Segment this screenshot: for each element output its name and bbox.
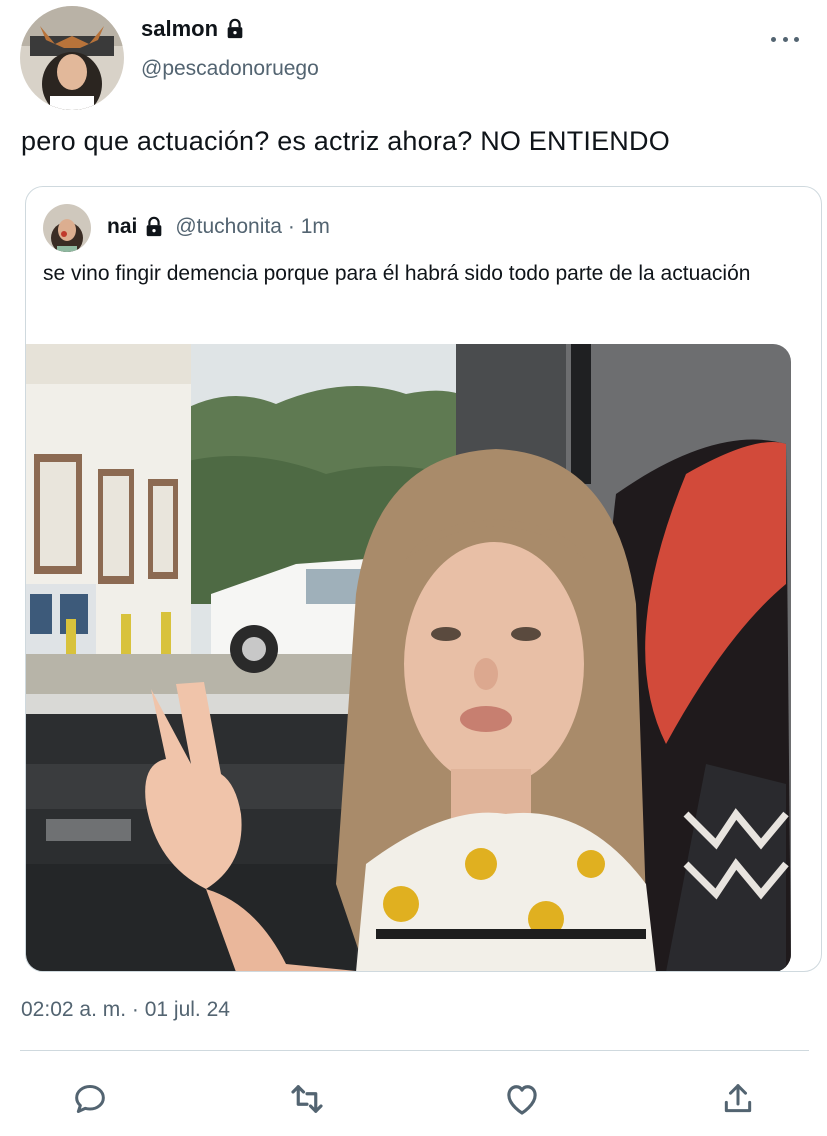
display-name-text: salmon [141, 16, 219, 41]
lock-icon [227, 18, 243, 39]
user-handle[interactable]: @pescadonoruego [141, 57, 319, 81]
quoted-handle[interactable]: @tuchonita [175, 215, 282, 239]
reply-button[interactable] [65, 1074, 115, 1124]
avatar[interactable] [20, 6, 124, 110]
quoted-photo[interactable] [26, 344, 791, 971]
like-button[interactable] [497, 1074, 547, 1124]
quoted-avatar[interactable] [43, 204, 91, 252]
avatar-image [20, 6, 124, 110]
divider [20, 1050, 809, 1051]
display-name[interactable]: salmon [141, 16, 246, 42]
retweet-icon [291, 1085, 323, 1113]
action-bar [0, 1074, 827, 1124]
retweet-button[interactable] [282, 1074, 332, 1124]
quoted-header: nai @tuchonita · 1m [107, 215, 330, 239]
share-icon [724, 1084, 752, 1113]
lock-icon [147, 216, 162, 237]
reply-icon [75, 1085, 105, 1113]
quoted-time: · 1m [287, 215, 330, 238]
quoted-text: se vino fingir demencia porque para él h… [43, 262, 751, 285]
quoted-tweet[interactable]: nai @tuchonita · 1m se vino fingir demen… [25, 186, 822, 972]
heart-icon [507, 1085, 537, 1115]
share-button[interactable] [713, 1074, 763, 1124]
quoted-display-name[interactable]: nai [107, 215, 137, 239]
tweet-timestamp[interactable]: 02:02 a. m. · 01 jul. 24 [21, 998, 230, 1022]
more-options-icon[interactable] [771, 28, 799, 50]
quoted-avatar-image [43, 204, 91, 252]
photo-image [26, 344, 791, 971]
tweet-text: pero que actuación? es actriz ahora? NO … [21, 126, 670, 156]
